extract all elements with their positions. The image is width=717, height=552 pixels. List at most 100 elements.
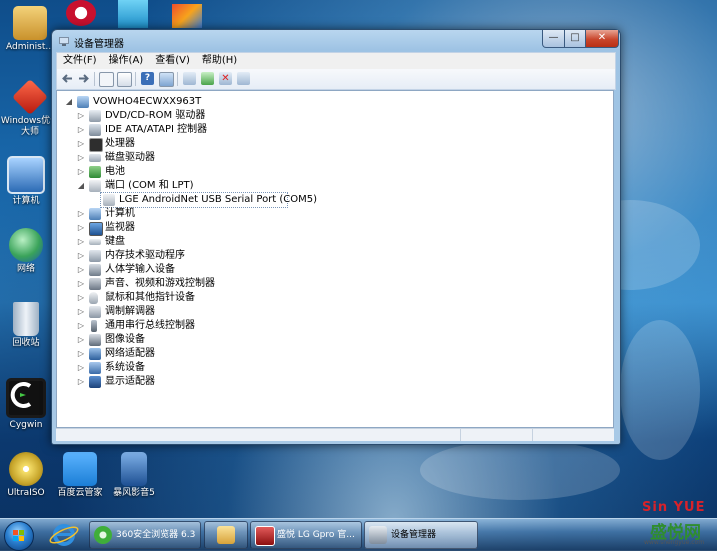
internet-explorer-pin[interactable]	[46, 521, 82, 549]
tree-root[interactable]: ◢ VOWHO4ECWXX963T	[65, 95, 265, 109]
window-titlebar[interactable]: 设备管理器 — □ ✕	[52, 30, 620, 52]
tree-node[interactable]: ▷ 图像设备	[77, 333, 377, 347]
display-adapter-icon	[89, 376, 101, 388]
expand-arrow-icon[interactable]: ▷	[77, 249, 85, 263]
expand-arrow-icon[interactable]: ▷	[77, 123, 85, 137]
forward-icon[interactable]	[77, 72, 90, 85]
tree-node-label: 通用串行总线控制器	[105, 320, 195, 331]
tree-node-label: 监视器	[105, 222, 135, 233]
usb-controller-icon	[91, 320, 97, 332]
uninstall-icon[interactable]: ✕	[219, 72, 232, 85]
expand-arrow-icon[interactable]: ▷	[77, 109, 85, 123]
desktop-icon-cygwin[interactable]: Cygwin	[0, 378, 56, 431]
expand-arrow-icon[interactable]: ▷	[77, 291, 85, 305]
properties-icon[interactable]	[117, 72, 132, 87]
desktop-icon-recycle-bin[interactable]: 回收站	[0, 302, 56, 349]
taskbar-item-lg-tool[interactable]: 盛悦 LG Gpro 官...	[250, 521, 362, 549]
tree-node[interactable]: ▷ 系统设备	[77, 361, 377, 375]
menu-action[interactable]: 操作(A)	[103, 53, 150, 69]
window-title: 设备管理器	[74, 39, 124, 50]
tree-node[interactable]: ▷ 人体学输入设备	[77, 263, 377, 277]
metro-app-icon[interactable]	[118, 0, 148, 28]
tree-node[interactable]: ▷ 磁盘驱动器	[77, 151, 377, 165]
expand-arrow-icon[interactable]: ▷	[77, 333, 85, 347]
desktop-icon-label: 网络	[16, 264, 35, 274]
tree-node[interactable]: ▷ 网络适配器	[77, 347, 377, 361]
tree-node[interactable]: ▷ 显示适配器	[77, 375, 377, 389]
menu-bar: 文件(F) 操作(A) 查看(V) 帮助(H)	[56, 52, 616, 70]
show-hide-console-tree-icon[interactable]	[99, 72, 114, 87]
desktop-icon-network[interactable]: 网络	[0, 228, 56, 275]
expand-arrow-icon[interactable]: ▷	[77, 221, 85, 235]
taskbar-item-360-browser[interactable]: 360安全浏览器 6.3	[89, 521, 201, 549]
expand-arrow-icon[interactable]: ▷	[77, 151, 85, 165]
taskbar-item-explorer[interactable]	[204, 521, 248, 549]
back-icon[interactable]	[61, 72, 74, 85]
tree-node-label: 磁盘驱动器	[105, 152, 155, 163]
office-app-icon[interactable]	[172, 4, 202, 28]
expand-arrow-icon[interactable]: ▷	[77, 207, 85, 221]
desktop-icon-computer[interactable]: 计算机	[0, 156, 56, 207]
bank-app-icon[interactable]	[66, 0, 96, 26]
expand-arrow-icon[interactable]: ▷	[77, 137, 85, 151]
tree-node-selected[interactable]: LGE AndroidNet USB Serial Port (COM5)	[100, 192, 317, 208]
menu-file[interactable]: 文件(F)	[57, 53, 103, 69]
tree-node-expanded[interactable]: ◢ 端口 (COM 和 LPT)	[77, 179, 377, 193]
expand-arrow-icon[interactable]: ▷	[77, 235, 85, 249]
tree-node[interactable]: ▷ 键盘	[77, 235, 377, 249]
computer-view-icon[interactable]	[159, 72, 174, 87]
menu-help[interactable]: 帮助(H)	[196, 53, 243, 69]
tree-node[interactable]: ▷ 鼠标和其他指针设备	[77, 291, 377, 305]
baidu-cloud-icon	[63, 452, 97, 486]
taskbar: 360安全浏览器 6.3 盛悦 LG Gpro 官... 设备管理器	[0, 518, 717, 551]
taskbar-item-label: 设备管理器	[391, 530, 437, 540]
tree-node[interactable]: ▷ IDE ATA/ATAPI 控制器	[77, 123, 377, 137]
taskbar-item-device-manager[interactable]: 设备管理器	[364, 521, 478, 549]
tree-node[interactable]: ▷ 调制解调器	[77, 305, 377, 319]
tree-node[interactable]: ▷ 监视器	[77, 221, 377, 236]
desktop-icon-baidu-cloud[interactable]: 百度云管家	[50, 452, 110, 499]
tree-node-label: 声音、视频和游戏控制器	[105, 278, 215, 289]
close-button[interactable]: ✕	[585, 30, 619, 48]
scan-hardware-icon[interactable]	[183, 72, 196, 85]
help-icon[interactable]: ?	[141, 72, 154, 85]
network-icon	[9, 228, 43, 262]
tree-node[interactable]: ▷ DVD/CD-ROM 驱动器	[77, 109, 377, 123]
tree-node[interactable]: ▷ 处理器	[77, 137, 377, 152]
maximize-button[interactable]: □	[564, 30, 586, 48]
tree-node-label: 人体学输入设备	[105, 264, 175, 275]
expand-arrow-icon[interactable]: ▷	[77, 361, 85, 375]
tree-node[interactable]: ▷ 计算机	[77, 207, 377, 221]
menu-view[interactable]: 查看(V)	[149, 53, 196, 69]
tree-node[interactable]: ▷ 声音、视频和游戏控制器	[77, 277, 377, 291]
expand-arrow-icon[interactable]: ▷	[77, 263, 85, 277]
collapse-arrow-icon[interactable]: ◢	[65, 95, 73, 109]
windows-flag-icon	[13, 530, 24, 541]
desktop-icon-ultraiso[interactable]: UltraISO	[0, 452, 56, 499]
expand-arrow-icon[interactable]: ▷	[77, 347, 85, 361]
start-button[interactable]	[4, 521, 34, 551]
expand-arrow-icon[interactable]: ▷	[77, 305, 85, 319]
lg-tool-icon	[255, 526, 275, 546]
expand-arrow-icon[interactable]: ▷	[77, 375, 85, 389]
battery-icon	[89, 166, 101, 178]
expand-arrow-icon[interactable]: ▷	[77, 165, 85, 179]
disable-icon[interactable]	[237, 72, 250, 85]
tree-node-label: 显示适配器	[105, 376, 155, 387]
collapse-arrow-icon[interactable]: ◢	[77, 179, 85, 193]
computer-icon	[7, 156, 45, 194]
computer-icon	[77, 96, 89, 108]
update-driver-icon[interactable]	[201, 72, 214, 85]
expand-arrow-icon[interactable]: ▷	[77, 277, 85, 291]
tree-node[interactable]: ▷ 电池	[77, 165, 377, 179]
360-browser-icon	[94, 526, 112, 544]
tree-node-label: 系统设备	[105, 362, 145, 373]
minimize-button[interactable]: —	[542, 30, 565, 48]
monitor-icon	[89, 222, 103, 236]
tree-node[interactable]: ▷ 内存技术驱动程序	[77, 249, 377, 263]
desktop-icon-baofeng[interactable]: 暴风影音5	[104, 452, 164, 499]
ide-controller-icon	[89, 124, 101, 136]
expand-arrow-icon[interactable]: ▷	[77, 319, 85, 333]
tree-node[interactable]: ▷ 通用串行总线控制器	[77, 319, 377, 333]
baofeng-player-icon	[121, 452, 147, 486]
